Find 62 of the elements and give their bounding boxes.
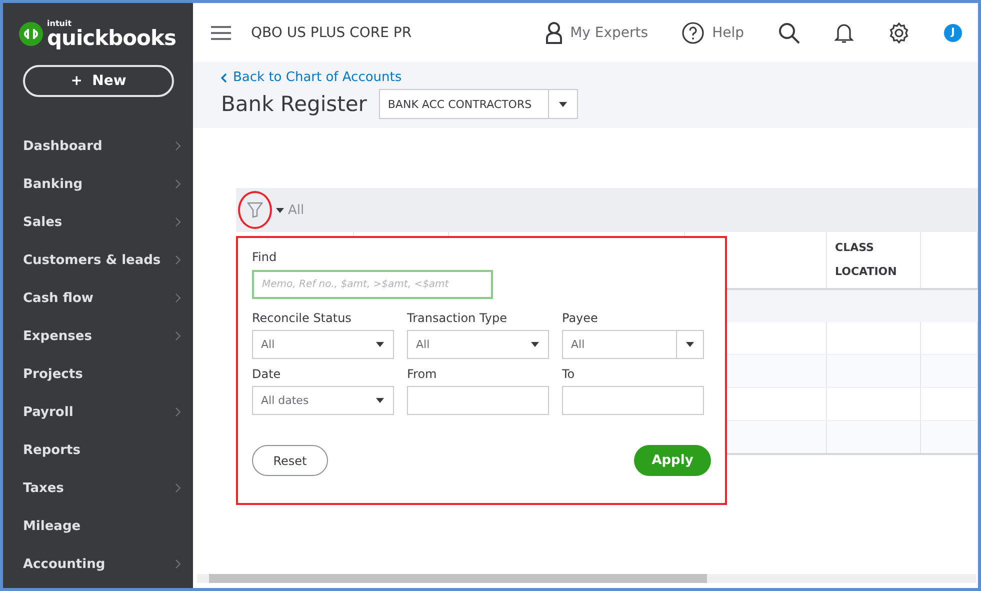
chevron-icon	[221, 72, 227, 82]
field-label: Date	[252, 367, 282, 381]
chevron-icon	[175, 483, 181, 493]
sidebar-item[interactable]: Mileage	[3, 507, 193, 545]
caret-icon	[558, 102, 567, 106]
caret-icon	[276, 208, 284, 212]
field-label: Transaction Type	[407, 311, 508, 325]
back-link[interactable]: Back to Chart of Accounts	[221, 70, 402, 85]
sidebar-item[interactable]: Expenses	[3, 317, 193, 355]
scrollbar[interactable]	[197, 574, 976, 583]
field-label: From	[407, 367, 438, 381]
chevron-icon	[175, 217, 181, 227]
find-field[interactable]: Memo, Ref no., $amt, >$amt, <$amt	[252, 270, 493, 299]
caret-icon	[376, 398, 384, 403]
sidebar-item[interactable]: Banking	[3, 165, 193, 203]
caret-icon	[376, 342, 384, 347]
sidebar-item[interactable]: Sales	[3, 203, 193, 241]
person-icon	[546, 22, 562, 44]
logo-icon	[19, 22, 43, 46]
dropdown[interactable]: All	[407, 330, 549, 359]
field-label: Payee	[562, 311, 599, 325]
experts-link[interactable]: My Experts	[546, 22, 648, 44]
logo-tagline: intuit	[47, 20, 73, 28]
new-button[interactable]: + New	[23, 65, 174, 97]
settings-icon[interactable]	[888, 22, 910, 44]
chevron-icon	[175, 255, 181, 265]
chevron-icon	[175, 141, 181, 151]
chevron-icon	[175, 559, 181, 569]
input-field[interactable]	[562, 386, 704, 415]
dropdown[interactable]: All dates	[252, 386, 394, 415]
filter-icon[interactable]	[247, 202, 263, 218]
dropdown[interactable]: All	[252, 330, 394, 359]
company-name: QBO US PLUS CORE PR	[251, 24, 413, 40]
chevron-icon	[175, 179, 181, 189]
sidebar-item[interactable]: Projects	[3, 355, 193, 393]
bell-icon[interactable]	[834, 22, 854, 44]
sidebar-item[interactable]: Reports	[3, 431, 193, 469]
field-label: Reconcile Status	[252, 311, 352, 325]
dropdown[interactable]: All	[562, 330, 704, 359]
sidebar-item[interactable]: Dashboard	[3, 127, 193, 165]
sidebar-item[interactable]: Accounting	[3, 545, 193, 583]
chevron-icon	[175, 407, 181, 417]
field-label: Find	[252, 250, 278, 264]
sidebar-item[interactable]: Customers & leads	[3, 241, 193, 279]
sidebar-item[interactable]: Cash flow	[3, 279, 193, 317]
caret-icon	[686, 342, 694, 347]
chevron-icon	[175, 331, 181, 341]
account-dropdown[interactable]: BANK ACC CONTRACTORS	[378, 89, 578, 119]
reset-button[interactable]: Reset	[252, 445, 328, 476]
column-header: CLASS LOCATION	[827, 232, 921, 288]
input-field[interactable]	[407, 386, 549, 415]
caret-icon	[531, 342, 539, 347]
search-icon[interactable]	[778, 22, 800, 44]
page-title: Bank Register	[221, 92, 367, 116]
field-label: To	[562, 367, 576, 381]
menu-icon[interactable]	[211, 26, 231, 40]
help-link[interactable]: Help	[682, 22, 744, 44]
logo-text: quickbooks	[47, 28, 176, 48]
sidebar-item[interactable]: Payroll	[3, 393, 193, 431]
sidebar-item[interactable]: Taxes	[3, 469, 193, 507]
chevron-icon	[175, 293, 181, 303]
help-icon	[682, 22, 704, 44]
